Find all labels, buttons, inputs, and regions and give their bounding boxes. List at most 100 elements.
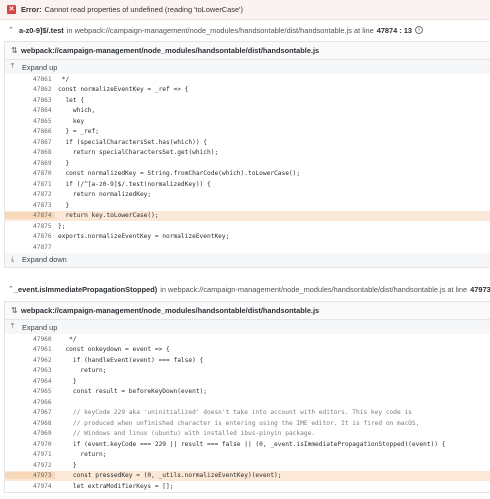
stack-frame-header-2[interactable]: ⌃ _event.isImmediatePropagationStopped) …	[0, 281, 490, 297]
code-text: return specialCharactersSet.get(which);	[58, 149, 219, 157]
line-number: 47866	[33, 128, 52, 136]
code-line: 47974 let extraModifierKeys = [];	[5, 481, 490, 492]
line-number: 47961	[33, 346, 52, 354]
file-path: webpack://campaign-management/node_modul…	[21, 46, 320, 55]
code-text: if (event.keyCode === 229 || result === …	[58, 440, 446, 448]
code-line: 47864 which,	[5, 106, 490, 117]
code-line: 47872 return normalizedKey;	[5, 190, 490, 201]
code-line: 47877	[5, 242, 490, 253]
expand-up-button[interactable]: ⤒ Expand up	[5, 60, 490, 74]
line-number: 47971	[33, 451, 52, 459]
arrow-up-icon: ⤒	[11, 323, 15, 330]
arrow-up-icon: ⤒	[11, 63, 15, 70]
line-number: 47864	[33, 107, 52, 115]
expand-down-label: Expand down	[22, 255, 67, 264]
code-text: return;	[58, 451, 107, 459]
line-number: 47861	[33, 75, 52, 83]
code-line: 47962 if (handleEvent(event) === false) …	[5, 355, 490, 366]
code-line: 47970 if (event.keyCode === 229 || resul…	[5, 439, 490, 450]
frame-function: a-z0-9]$/.test	[19, 25, 64, 35]
line-number: 47964	[33, 377, 52, 385]
expand-up-label: Expand up	[22, 62, 58, 72]
frame-location: in webpack://campaign-management/node_mo…	[160, 284, 468, 294]
file-path: webpack://campaign-management/node_modul…	[21, 306, 320, 315]
code-text: }	[58, 201, 70, 209]
line-number: 47870	[33, 170, 52, 178]
code-text: // produced when unfinished character is…	[58, 419, 420, 427]
line-number: 47972	[33, 461, 52, 469]
expand-down-button[interactable]: ⤓ Expand down	[5, 252, 490, 267]
code-text: return key.toLowerCase();	[58, 212, 159, 220]
line-number: 47970	[33, 440, 52, 448]
code-text: key	[58, 117, 85, 125]
expand-up-button[interactable]: ⤒ Expand up	[5, 320, 490, 334]
code-line: 47867 if (specialCharactersSet.has(which…	[5, 137, 490, 148]
code-line: 47868 return specialCharactersSet.get(wh…	[5, 148, 490, 159]
line-number: 47876	[33, 233, 52, 241]
info-icon[interactable]: i	[415, 26, 424, 34]
highlighted-code-line: 47874 return key.toLowerCase();	[5, 210, 490, 221]
code-line: 47861 */	[5, 74, 490, 85]
code-lines: 47960 */47961 const onkeydown = event =>…	[5, 334, 490, 492]
code-line: 47965 const result = beforeKeyDown(event…	[5, 387, 490, 398]
frame-position: 47973 : 53	[470, 284, 490, 294]
frame-location: in webpack://campaign-management/node_mo…	[66, 25, 374, 35]
line-number: 47862	[33, 86, 52, 94]
code-text: }	[58, 159, 70, 167]
code-text: };	[58, 222, 66, 230]
code-line: 47865 key	[5, 116, 490, 127]
code-text: return normalizedKey;	[58, 191, 152, 199]
code-line: 47866 } = _ref;	[5, 127, 490, 138]
line-number: 47963	[33, 367, 52, 375]
code-text: const onkeydown = event => {	[58, 346, 170, 354]
line-number: 47874	[5, 212, 55, 220]
expand-up-label: Expand up	[22, 322, 58, 332]
code-text: } = _ref;	[58, 128, 99, 136]
line-number: 47863	[33, 96, 52, 104]
line-number: 47872	[33, 191, 52, 199]
error-icon: ✕	[7, 5, 16, 14]
line-number: 47967	[33, 409, 52, 417]
code-text: if (/^[a-z0-9]$/.test(normalizedKey)) {	[58, 180, 211, 188]
code-text: */	[58, 75, 70, 83]
highlighted-code-line: 47973 const pressedKey = (0, _utils.norm…	[5, 470, 490, 481]
code-lines: 47861 */47862 const normalizeEventKey = _…	[5, 74, 490, 253]
code-text: const normalizedKey = String.fromCharCod…	[58, 170, 301, 178]
code-text: // keyCode 229 aka 'uninitialized' doesn…	[58, 409, 412, 417]
line-number: 47877	[33, 243, 52, 251]
code-line: 47875};	[5, 221, 490, 232]
error-label: Error:	[21, 5, 42, 14]
code-text: // Windows and linux (ubuntu) with insta…	[58, 430, 316, 438]
code-line: 47862 const normalizeEventKey = _ref => {	[5, 85, 490, 96]
code-context-1: ⇅ webpack://campaign-management/node_mod…	[4, 41, 490, 268]
pull-request-icon: ⇅	[11, 46, 18, 55]
line-number: 47969	[33, 430, 52, 438]
frame-function: _event.isImmediatePropagationStopped)	[13, 284, 158, 294]
code-line: 47964 }	[5, 376, 490, 387]
line-number: 47973	[5, 472, 55, 480]
line-number: 47868	[33, 149, 52, 157]
chevron-up-icon[interactable]: ⌃	[8, 26, 19, 34]
code-text: let extraModifierKeys = [];	[58, 482, 174, 490]
code-text: const result = beforeKeyDown(event);	[58, 388, 208, 396]
line-number: 47869	[33, 159, 52, 167]
code-line: 47870 const normalizedKey = String.fromC…	[5, 169, 490, 180]
line-number: 47873	[33, 201, 52, 209]
file-header: ⇅ webpack://campaign-management/node_mod…	[5, 302, 490, 320]
code-text: exports.normalizeEventKey = normalizeEve…	[58, 233, 230, 241]
code-text: return;	[58, 367, 107, 375]
line-number: 47960	[33, 335, 52, 343]
error-message: Cannot read properties of undefined (rea…	[44, 5, 243, 14]
code-line: 47969 // Windows and linux (ubuntu) with…	[5, 429, 490, 440]
stack-frame-header-1[interactable]: ⌃ a-z0-9]$/.test in webpack://campaign-m…	[0, 22, 490, 38]
line-number: 47974	[33, 482, 52, 490]
code-line: 47972 }	[5, 460, 490, 471]
code-text: }	[58, 377, 77, 385]
pull-request-icon: ⇅	[11, 306, 18, 315]
line-number: 47965	[33, 388, 52, 396]
code-text: if (specialCharactersSet.has(which)) {	[58, 138, 208, 146]
line-number: 47875	[33, 222, 52, 230]
code-line: 47871 if (/^[a-z0-9]$/.test(normalizedKe…	[5, 179, 490, 190]
code-line: 47961 const onkeydown = event => {	[5, 345, 490, 356]
code-line: 47967 // keyCode 229 aka 'uninitialized'…	[5, 408, 490, 419]
